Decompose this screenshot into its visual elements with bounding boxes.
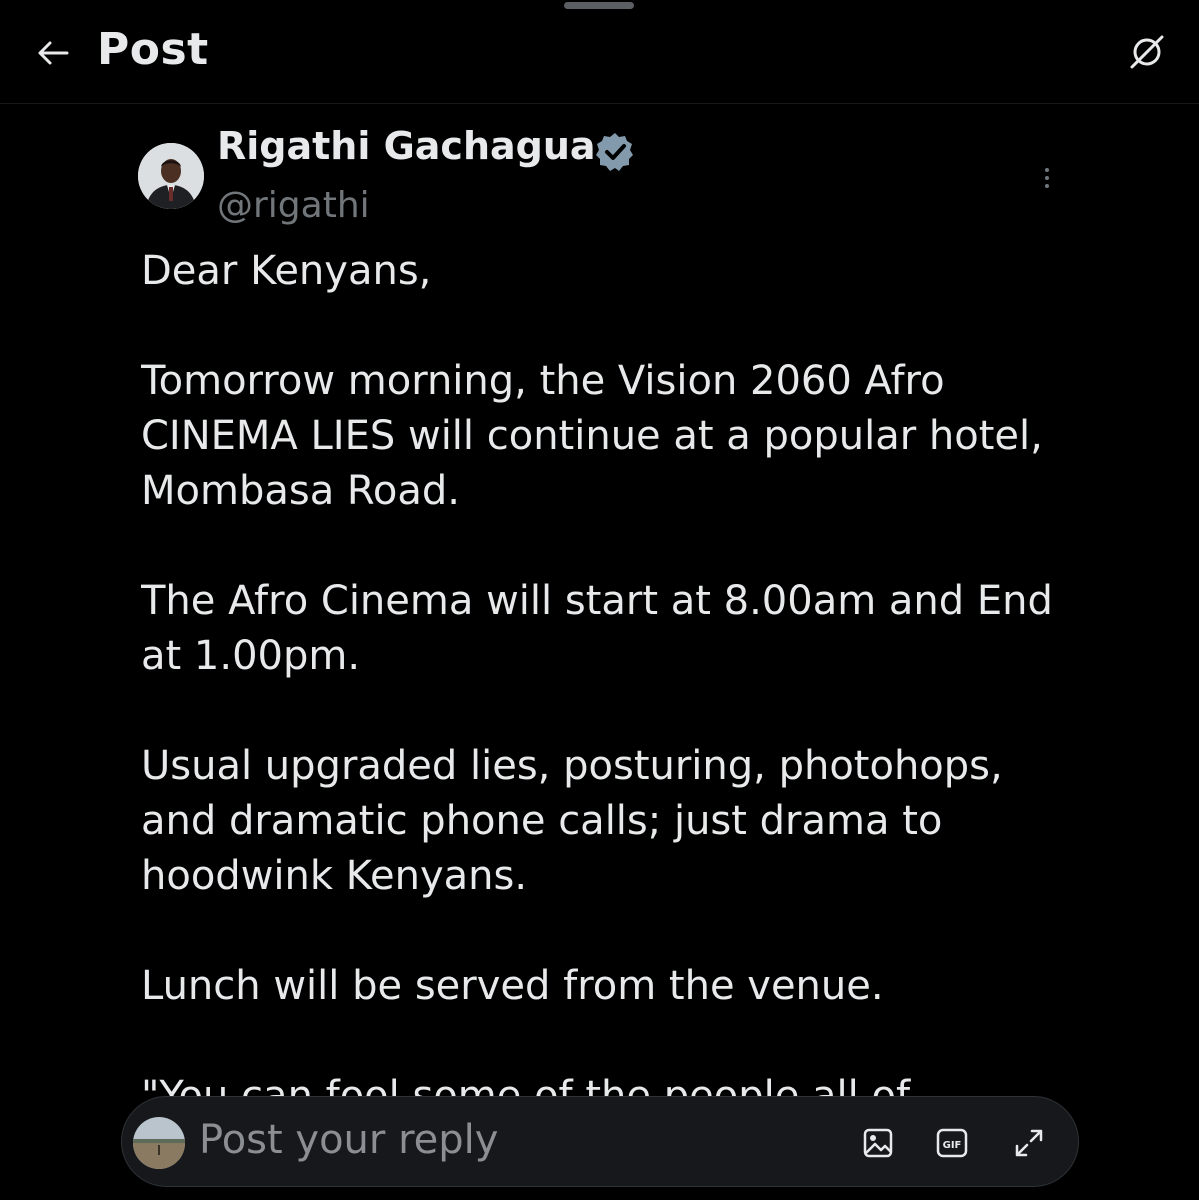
page-title: Post <box>97 24 209 75</box>
post-paragraph: Tomorrow morning, the Vision 2060 Afro C… <box>141 358 1043 514</box>
gif-icon: GIF <box>936 1128 968 1158</box>
grok-button[interactable] <box>1123 28 1171 76</box>
post-paragraph: Dear Kenyans, <box>141 248 432 294</box>
more-options-button[interactable] <box>1032 158 1062 198</box>
top-bar: Post <box>0 0 1199 104</box>
post-paragraph: Usual upgraded lies, posturing, photohop… <box>141 743 1003 899</box>
grok-slash-icon <box>1130 35 1164 69</box>
back-button[interactable] <box>30 30 76 76</box>
author-avatar[interactable] <box>138 143 204 209</box>
gif-label: GIF <box>943 1140 962 1151</box>
more-vertical-icon <box>1045 168 1049 188</box>
expand-button[interactable] <box>1009 1123 1049 1163</box>
user-avatar <box>133 1117 185 1169</box>
image-icon <box>863 1128 893 1158</box>
verified-badge-icon <box>593 130 637 174</box>
header-divider <box>0 103 1199 104</box>
add-gif-button[interactable]: GIF <box>932 1123 972 1163</box>
post-paragraph: Lunch will be served from the venue. <box>141 963 884 1009</box>
add-image-button[interactable] <box>858 1123 898 1163</box>
post-paragraph: The Afro Cinema will start at 8.00am and… <box>141 578 1053 679</box>
expand-icon <box>1015 1129 1043 1157</box>
reply-input[interactable]: Post your reply <box>199 1117 498 1163</box>
author-name[interactable]: Rigathi Gachagua <box>217 124 596 168</box>
post-text: Dear Kenyans, Tomorrow morning, the Visi… <box>141 244 1081 1100</box>
author-handle[interactable]: @rigathi <box>217 185 370 226</box>
reply-composer[interactable]: Post your reply GIF <box>121 1096 1079 1187</box>
arrow-left-icon <box>38 41 69 65</box>
